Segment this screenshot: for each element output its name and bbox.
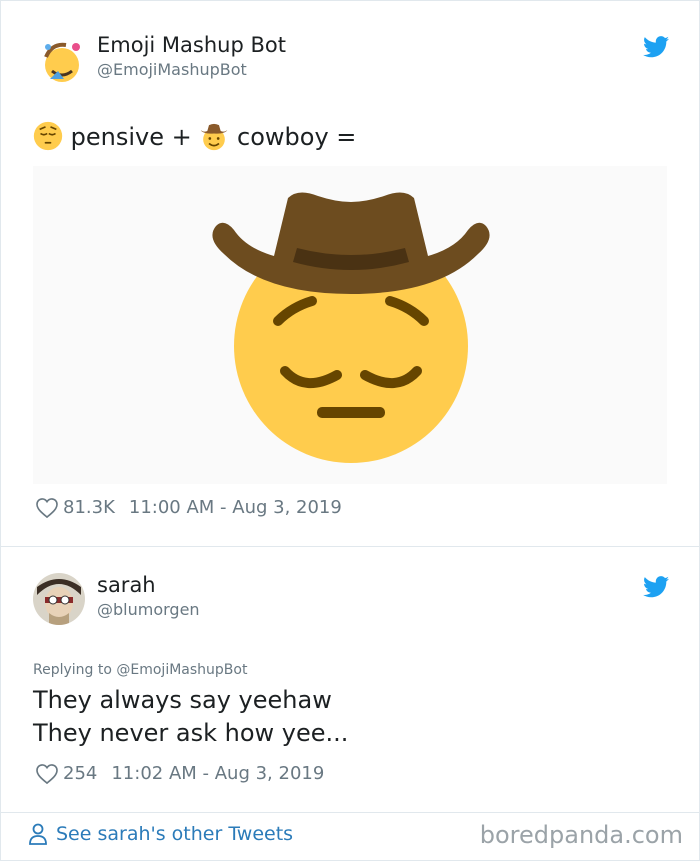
like-count[interactable]: 254 — [63, 763, 97, 784]
bot-display-name[interactable]: Emoji Mashup Bot — [97, 33, 286, 57]
other-tweets-link[interactable]: See sarah's other Tweets — [28, 823, 293, 845]
sarah-handle[interactable]: @blumorgen — [97, 600, 200, 619]
tweet-body: pensive + cowboy = — [33, 120, 356, 154]
heart-icon[interactable] — [36, 497, 58, 518]
bot-avatar[interactable] — [36, 35, 88, 87]
tweet-text-part2: cowboy = — [237, 123, 357, 151]
tweet-text-part1: pensive + — [70, 123, 192, 151]
divider — [1, 812, 699, 813]
tweet-meta: 81.3K 11:00 AM - Aug 3, 2019 — [36, 497, 342, 518]
bot-handle[interactable]: @EmojiMashupBot — [97, 60, 247, 79]
twitter-bird-icon[interactable] — [643, 36, 669, 58]
person-icon — [29, 823, 47, 845]
like-count[interactable]: 81.3K — [63, 497, 115, 518]
reply-line-2: They never ask how yee... — [33, 719, 349, 747]
twitter-bird-icon[interactable] — [643, 576, 669, 598]
tweet-reply: sarah @blumorgen Replying to @EmojiMashu… — [1, 547, 699, 812]
cowboy-emoji-icon — [201, 123, 228, 151]
tweet-timestamp[interactable]: 11:00 AM - Aug 3, 2019 — [129, 497, 342, 518]
pensive-cowboy-emoji-icon — [33, 166, 667, 484]
mashup-image[interactable] — [33, 166, 667, 484]
tweet-original: Emoji Mashup Bot @EmojiMashupBot pensive… — [1, 1, 699, 546]
heart-icon[interactable] — [36, 763, 58, 784]
reply-timestamp[interactable]: 11:02 AM - Aug 3, 2019 — [111, 763, 324, 784]
boredpanda-watermark: boredpanda.com — [479, 821, 683, 849]
reply-line-1: They always say yeehaw — [33, 686, 332, 714]
replying-to[interactable]: Replying to @EmojiMashupBot — [33, 662, 247, 678]
tweet-card: Emoji Mashup Bot @EmojiMashupBot pensive… — [0, 0, 700, 861]
sarah-avatar[interactable] — [33, 573, 85, 625]
sarah-display-name[interactable]: sarah — [97, 573, 156, 597]
pensive-emoji-icon — [33, 121, 63, 151]
reply-meta: 254 11:02 AM - Aug 3, 2019 — [36, 763, 324, 784]
other-tweets-label[interactable]: See sarah's other Tweets — [56, 823, 293, 845]
